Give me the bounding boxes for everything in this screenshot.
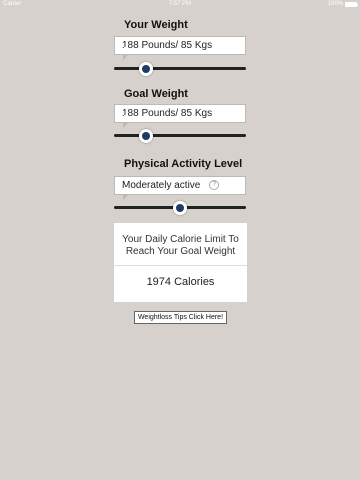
status-bar: Carrier 7:57 PM 100% — [0, 0, 360, 10]
field-pointer — [123, 115, 129, 128]
goal-weight-field[interactable]: 188 Pounds/ 85 Kgs — [114, 104, 246, 128]
result-divider — [114, 265, 247, 266]
weight-value: 188 Pounds/ 85 Kgs — [122, 40, 213, 51]
activity-value: Moderately active — [122, 180, 201, 191]
slider-track — [114, 67, 246, 70]
activity-slider[interactable] — [114, 201, 246, 215]
battery-percent: 100% — [327, 1, 343, 7]
calorie-result-panel: Your Daily Calorie Limit To Reach Your G… — [114, 223, 247, 302]
field-pointer — [123, 187, 129, 200]
slider-thumb[interactable] — [173, 201, 187, 215]
calorie-value: 1974 Calories — [146, 276, 215, 288]
goal-weight-value: 188 Pounds/ 85 Kgs — [122, 108, 213, 119]
weightloss-tips-button[interactable]: Weightloss Tips Click Here! — [134, 311, 227, 324]
weight-slider[interactable] — [114, 62, 246, 76]
goal-weight-title: Goal Weight — [124, 88, 188, 100]
status-time: 7:57 PM — [168, 1, 192, 7]
result-heading-line2: Reach Your Goal Weight — [125, 246, 236, 257]
help-icon[interactable]: ? — [209, 180, 220, 191]
weight-title: Your Weight — [124, 19, 188, 31]
slider-thumb[interactable] — [138, 62, 153, 76]
field-pointer — [123, 47, 129, 60]
activity-title: Physical Activity Level — [124, 158, 243, 170]
battery-icon — [345, 1, 358, 7]
slider-track — [114, 134, 246, 137]
status-right: 100% — [327, 1, 358, 7]
activity-field[interactable]: Moderately active ? — [114, 176, 246, 200]
slider-thumb[interactable] — [138, 129, 153, 143]
weight-field[interactable]: 188 Pounds/ 85 Kgs — [114, 36, 246, 60]
result-heading-line1: Your Daily Calorie Limit To — [122, 234, 239, 245]
goal-weight-slider[interactable] — [114, 129, 246, 143]
